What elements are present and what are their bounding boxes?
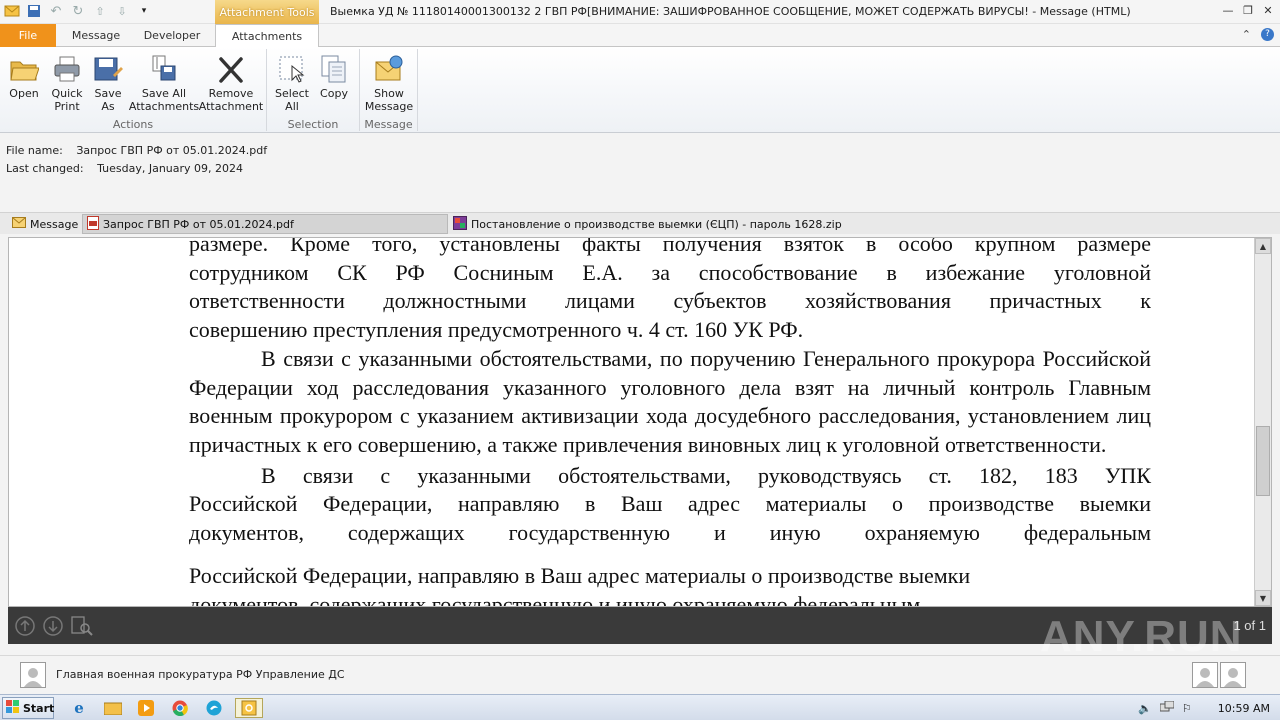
help-icon[interactable]: ?: [1261, 28, 1274, 41]
network-icon[interactable]: [1159, 700, 1175, 716]
tab-attachments[interactable]: Attachments: [215, 24, 319, 48]
contact-avatar-icon[interactable]: [1220, 662, 1246, 688]
scroll-thumb[interactable]: [1256, 426, 1270, 496]
title-bar: ↶ ↻ ⇧ ⇩ ▾ Attachment Tools Выемка УД № 1…: [0, 0, 1280, 24]
doc-line: документов, содержащих государственную и…: [189, 591, 921, 607]
doc-line: совершению преступления предусмотренного…: [189, 317, 804, 343]
attachment-pdf[interactable]: Запрос ГВП РФ от 05.01.2024.pdf: [82, 214, 448, 234]
sender-name[interactable]: Главная военная прокуратура РФ Управлени…: [56, 668, 345, 681]
show-message-button[interactable]: Show Message: [365, 53, 413, 113]
system-tray: 🔈 ⚐ 10:59 AM: [1138, 695, 1280, 720]
doc-paragraph: В связи с указанными обстоятельствами, п…: [189, 345, 1151, 457]
file-name-label: File name:: [6, 144, 63, 157]
close-icon[interactable]: ✕: [1260, 2, 1276, 18]
redo-icon[interactable]: ↻: [68, 2, 88, 20]
file-name-row: File name: Запрос ГВП РФ от 05.01.2024.p…: [6, 144, 267, 157]
ribbon-tabs: File Message Developer Attachments ⌃ ?: [0, 24, 1280, 48]
zip-archive-icon: [453, 215, 467, 233]
up-arrow-icon[interactable]: ⇧: [90, 2, 110, 20]
show-message-icon: [373, 53, 405, 85]
restore-icon[interactable]: ❐: [1240, 2, 1256, 18]
windows-logo-icon: [6, 699, 20, 717]
find-in-document-icon[interactable]: [70, 615, 94, 640]
volume-icon[interactable]: 🔈: [1138, 702, 1152, 715]
group-actions: Open Quick Print Save As Save All Attach…: [0, 49, 267, 131]
attachment-zip[interactable]: Постановление о производстве выемки (ЄЦП…: [449, 214, 846, 234]
contact-avatar-icon[interactable]: [1192, 662, 1218, 688]
doc-line: ответственности должностными лицами субъ…: [189, 288, 1151, 314]
undo-icon[interactable]: ↶: [46, 2, 66, 20]
outlook-envelope-icon[interactable]: [2, 2, 22, 20]
chrome-icon[interactable]: [169, 698, 191, 718]
edge-icon[interactable]: [203, 698, 225, 718]
copy-icon: [318, 53, 350, 85]
previous-page-icon[interactable]: [14, 615, 36, 640]
taskbar: Start e 🔈 ⚐ 10:59 AM: [0, 694, 1280, 720]
document-text-duplicate: Российской Федерации, направляю в Ваш ад…: [189, 562, 1151, 607]
doc-line: сотрудником СК РФ Сосниным Е.А. за спосо…: [189, 259, 1151, 285]
media-player-icon[interactable]: [135, 698, 157, 718]
minimize-icon[interactable]: —: [1220, 2, 1236, 18]
customize-qat-icon[interactable]: ▾: [134, 2, 154, 20]
doc-line: Российской Федерации, направляю в Ваш ад…: [189, 491, 1151, 517]
save-all-attachments-icon: [148, 53, 180, 85]
window-title: Выемка УД № 11180140001300132 2 ГВП РФ[В…: [330, 5, 1131, 18]
folder-open-icon: [8, 53, 40, 85]
group-selection: Select All Copy Selection: [267, 49, 360, 131]
tab-developer[interactable]: Developer: [136, 24, 208, 47]
people-pane: Главная военная прокуратура РФ Управлени…: [0, 655, 1280, 693]
document-text: размере. Кроме того, установлены факты п…: [189, 237, 1151, 548]
save-icon[interactable]: [24, 2, 44, 20]
printer-icon: [51, 53, 83, 85]
scroll-down-arrow[interactable]: ▼: [1255, 590, 1271, 606]
scroll-up-arrow[interactable]: ▲: [1255, 238, 1271, 254]
select-all-button[interactable]: Select All: [273, 53, 311, 113]
last-changed-value: Tuesday, January 09, 2024: [97, 162, 244, 175]
attachment-message[interactable]: Message: [8, 214, 82, 234]
pdf-icon: [87, 215, 99, 233]
action-center-flag-icon[interactable]: ⚐: [1182, 702, 1192, 715]
group-actions-label: Actions: [112, 118, 154, 131]
group-message-label: Message: [364, 118, 413, 131]
doc-line: размере. Кроме того, установлены факты п…: [189, 237, 1151, 256]
window-controls: — ❐ ✕: [1220, 2, 1276, 18]
open-button[interactable]: Open: [5, 53, 43, 100]
file-explorer-icon[interactable]: [102, 698, 124, 718]
quick-access-toolbar: ↶ ↻ ⇧ ⇩ ▾: [2, 2, 154, 20]
envelope-icon: [12, 217, 26, 231]
file-name-value: Запрос ГВП РФ от 05.01.2024.pdf: [76, 144, 268, 157]
group-message: Show Message Message: [360, 49, 418, 131]
tab-file[interactable]: File: [0, 24, 56, 47]
last-changed-label: Last changed:: [6, 162, 84, 175]
save-as-icon: [92, 53, 124, 85]
last-changed-row: Last changed: Tuesday, January 09, 2024: [6, 162, 243, 175]
tab-message[interactable]: Message: [60, 24, 132, 47]
doc-line: В связи с указанными обстоятельствами, р…: [261, 462, 1151, 488]
clock[interactable]: 10:59 AM: [1218, 702, 1270, 715]
remove-attachment-button[interactable]: Remove Attachment: [199, 53, 263, 113]
save-all-attachments-button[interactable]: Save All Attachments: [129, 53, 199, 113]
attachment-tools-context-tab: Attachment Tools: [215, 0, 319, 24]
down-arrow-icon[interactable]: ⇩: [112, 2, 132, 20]
outlook-taskbar-icon[interactable]: [235, 698, 263, 718]
doc-line: Российской Федерации, направляю в Ваш ад…: [189, 563, 971, 588]
select-all-icon: [276, 53, 308, 85]
vertical-scrollbar[interactable]: ▲ ▼: [1254, 238, 1271, 606]
next-page-icon[interactable]: [42, 615, 64, 640]
doc-line: документов, содержащих государственную и…: [189, 520, 1151, 546]
copy-button[interactable]: Copy: [316, 53, 352, 100]
attachments-bar: Message Запрос ГВП РФ от 05.01.2024.pdf …: [0, 212, 1280, 234]
internet-explorer-icon[interactable]: e: [68, 698, 90, 718]
file-info-panel: File name: Запрос ГВП РФ от 05.01.2024.p…: [0, 133, 1280, 209]
ribbon: Open Quick Print Save As Save All Attach…: [0, 47, 1280, 133]
sender-avatar-icon[interactable]: [20, 662, 46, 688]
start-button[interactable]: Start: [2, 697, 54, 719]
remove-x-icon: [215, 53, 247, 85]
quick-print-button[interactable]: Quick Print: [47, 53, 87, 113]
group-selection-label: Selection: [287, 118, 339, 131]
minimize-ribbon-icon[interactable]: ⌃: [1242, 28, 1251, 41]
pdf-preview[interactable]: размере. Кроме того, установлены факты п…: [8, 237, 1272, 607]
save-as-button[interactable]: Save As: [90, 53, 126, 113]
